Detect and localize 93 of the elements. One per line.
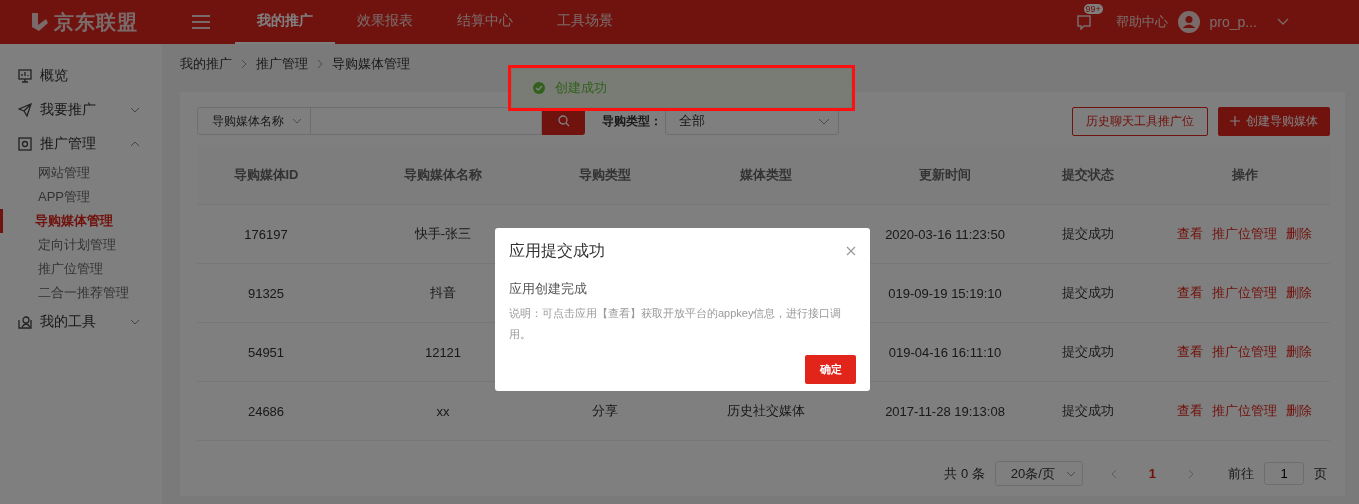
action-link[interactable]: 删除 xyxy=(1286,343,1312,361)
chevron-down-icon xyxy=(1065,470,1076,477)
help-link[interactable]: 帮助中心 xyxy=(1115,13,1168,31)
page-unit: 页 xyxy=(1314,464,1327,483)
menu-icon[interactable] xyxy=(192,15,210,29)
column-header: 导购类型 xyxy=(578,165,632,184)
sidebar-item[interactable]: 我要推广 xyxy=(0,93,162,127)
action-link[interactable]: 推广位管理 xyxy=(1212,402,1277,420)
confirm-button[interactable]: 确定 xyxy=(805,355,856,384)
sidebar-subitem[interactable]: 网站管理 xyxy=(0,161,162,185)
dialog-heading: 应用创建完成 xyxy=(509,280,588,298)
table-cell: 019-04-16 16:11:10 xyxy=(888,344,1002,360)
sidebar-item[interactable]: 概览 xyxy=(0,59,162,93)
table-cell: 分享 xyxy=(592,403,618,418)
table-cell: 抖音 xyxy=(430,285,456,300)
action-link[interactable]: 删除 xyxy=(1286,284,1312,302)
column-header: 操作 xyxy=(1230,165,1259,184)
table-cell: 提交成功 xyxy=(1062,285,1114,300)
page-input[interactable]: 1 xyxy=(1264,462,1304,485)
person-card-icon xyxy=(18,315,32,329)
check-circle-icon xyxy=(533,82,545,94)
nav-tab[interactable]: 工具场景 xyxy=(535,0,635,44)
table-cell: 提交成功 xyxy=(1062,226,1114,241)
page-number[interactable]: 1 xyxy=(1126,466,1178,481)
chevron-down-icon xyxy=(130,107,140,113)
sidebar-subitem[interactable]: 导购媒体管理 xyxy=(0,209,162,233)
paper-plane-icon xyxy=(18,103,32,117)
close-icon[interactable] xyxy=(846,246,856,256)
user-name[interactable]: pro_p... xyxy=(1209,14,1257,30)
logo-text: 京东联盟 xyxy=(54,9,138,35)
table-cell: 54951 xyxy=(247,344,285,360)
table-cell: 2020-03-16 11:23:50 xyxy=(885,226,1005,242)
search-icon xyxy=(557,115,570,127)
action-link[interactable]: 推广位管理 xyxy=(1212,343,1277,361)
dialog-note: 说明：可点击应用【查看】获取开放平台的appkey信息，进行接口调用。 xyxy=(509,306,843,342)
breadcrumb-link[interactable]: 导购媒体管理 xyxy=(332,55,410,73)
table-cell: 12121 xyxy=(424,344,462,360)
total-count: 共 0 条 xyxy=(944,464,985,483)
table-cell: 176197 xyxy=(244,226,288,242)
chevron-right-icon xyxy=(317,59,323,69)
monitor-icon xyxy=(18,69,32,83)
toast-message: 创建成功 xyxy=(555,79,607,97)
action-link[interactable]: 查看 xyxy=(1177,225,1203,243)
action-link[interactable]: 删除 xyxy=(1286,402,1312,420)
column-header: 导购媒体名称 xyxy=(403,165,483,184)
notification-badge: 99+ xyxy=(1083,3,1103,14)
action-link[interactable]: 推广位管理 xyxy=(1212,284,1277,302)
column-header: 媒体类型 xyxy=(739,165,793,184)
breadcrumb-link[interactable]: 推广管理 xyxy=(256,55,308,73)
prev-page-icon[interactable] xyxy=(1110,468,1117,479)
sidebar-subitem[interactable]: APP管理 xyxy=(0,185,162,209)
avatar-icon[interactable] xyxy=(1177,11,1200,33)
breadcrumb-link[interactable]: 我的推广 xyxy=(180,55,232,73)
search-type-select[interactable]: 导购媒体名称 xyxy=(198,108,311,134)
table-cell: 019-09-19 15:19:10 xyxy=(888,285,1002,301)
nav-tab[interactable]: 结算中心 xyxy=(435,0,535,44)
type-label: 导购类型： xyxy=(602,112,662,130)
action-link[interactable]: 推广位管理 xyxy=(1212,225,1277,243)
table-cell: xx xyxy=(436,403,450,419)
chevron-down-icon[interactable] xyxy=(1277,18,1289,26)
table-cell: 历史社交媒体 xyxy=(727,403,805,418)
nav-tab[interactable]: 我的推广 xyxy=(235,0,335,44)
chevron-right-icon xyxy=(241,59,247,69)
table-cell: 快手-张三 xyxy=(414,226,472,241)
action-link[interactable]: 查看 xyxy=(1177,402,1203,420)
sidebar-item[interactable]: 我的工具 xyxy=(0,305,162,339)
next-page-icon[interactable] xyxy=(1188,468,1194,479)
column-header: 导购媒体ID xyxy=(232,165,300,184)
sidebar-item[interactable]: 推广管理 xyxy=(0,127,162,161)
nav-tab[interactable]: 效果报表 xyxy=(335,0,435,44)
column-header: 更新时间 xyxy=(918,165,972,184)
chevron-down-icon xyxy=(130,319,140,325)
gear-icon xyxy=(18,137,32,151)
sidebar-subitem[interactable]: 推广位管理 xyxy=(0,257,162,281)
chevron-down-icon xyxy=(292,118,302,124)
dialog-title: 应用提交成功 xyxy=(509,240,605,261)
table-cell: 2017-11-28 19:13:08 xyxy=(885,403,1005,419)
page-size-select[interactable]: 20条/页 xyxy=(994,461,1083,486)
plus-icon xyxy=(1230,116,1240,126)
history-button[interactable]: 历史聊天工具推广位 xyxy=(1072,106,1208,136)
table-cell: 提交成功 xyxy=(1062,344,1114,359)
create-button[interactable]: 创建导购媒体 xyxy=(1218,106,1330,136)
sidebar-subitem[interactable]: 定向计划管理 xyxy=(0,233,162,257)
chevron-up-icon xyxy=(130,141,140,147)
table-cell: 24686 xyxy=(247,403,285,419)
action-link[interactable]: 查看 xyxy=(1177,343,1203,361)
table-cell: 91325 xyxy=(247,285,285,301)
action-link[interactable]: 删除 xyxy=(1286,225,1312,243)
action-link[interactable]: 查看 xyxy=(1177,284,1203,302)
chevron-down-icon xyxy=(818,117,830,125)
table-cell: 提交成功 xyxy=(1062,403,1114,418)
column-header: 提交状态 xyxy=(1061,165,1115,184)
goto-label: 前往 xyxy=(1228,464,1254,483)
